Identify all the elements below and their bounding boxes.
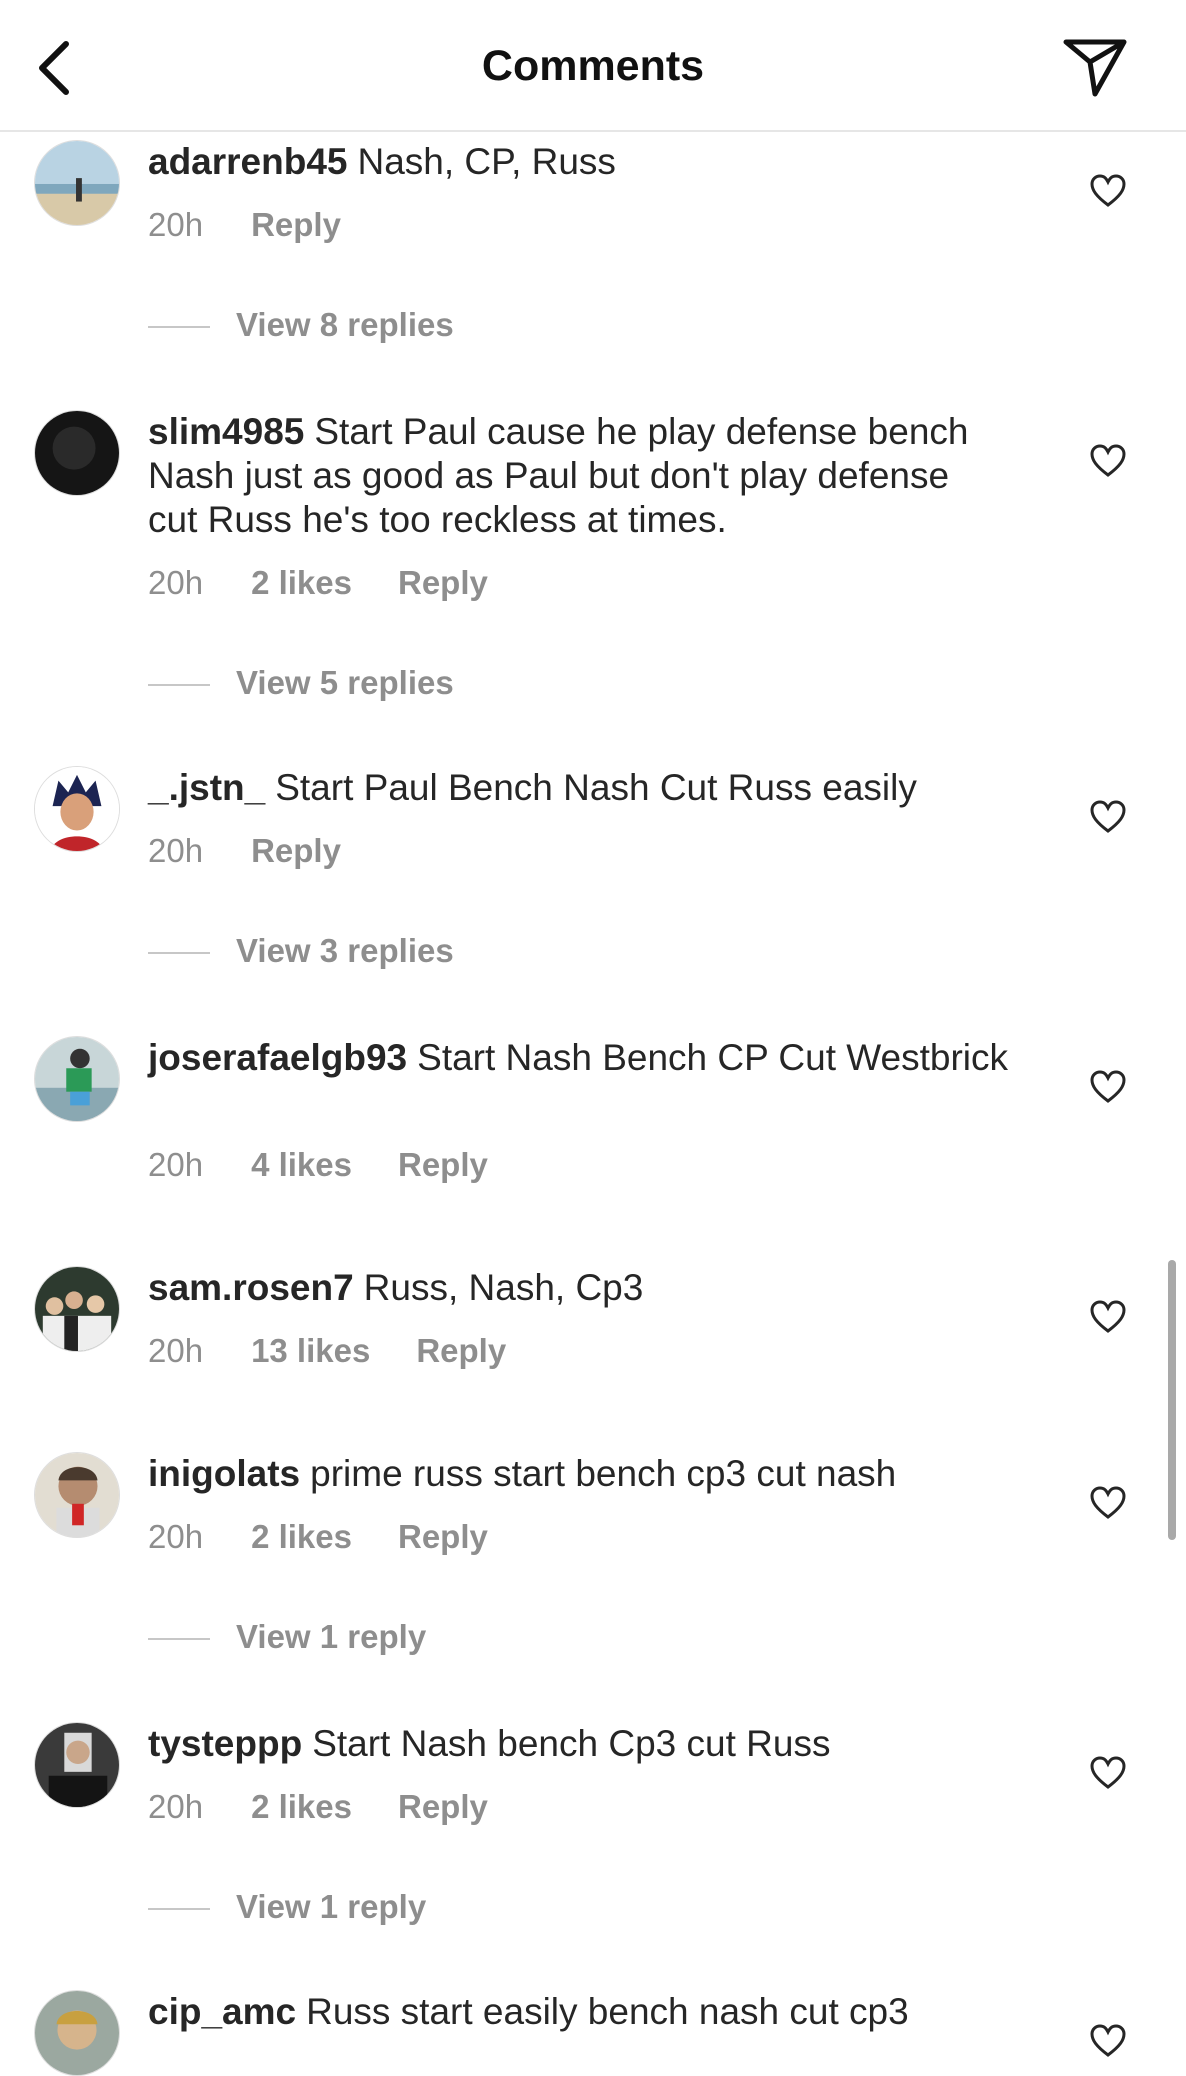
comment-username[interactable]: inigolats bbox=[148, 1453, 300, 1494]
reply-divider-line bbox=[148, 684, 210, 687]
comment-time: 20h bbox=[148, 1146, 204, 1183]
paper-plane-icon[interactable] bbox=[1062, 36, 1128, 98]
likes-count[interactable]: 2 likes bbox=[251, 1518, 352, 1556]
comment-text: Start Nash bench Cp3 cut Russ bbox=[312, 1723, 831, 1764]
reply-divider-line bbox=[148, 1638, 210, 1641]
comment-meta: 20h 2 likes Reply bbox=[148, 1788, 488, 1826]
avatar[interactable] bbox=[34, 1452, 120, 1538]
heart-icon[interactable] bbox=[1090, 1300, 1126, 1334]
heart-icon[interactable] bbox=[1090, 1486, 1126, 1520]
avatar[interactable] bbox=[34, 766, 120, 852]
comment-text: prime russ start bench cp3 cut nash bbox=[310, 1453, 897, 1494]
comment-meta: 20h 2 likes Reply bbox=[148, 1518, 488, 1556]
comment-username[interactable]: sam.rosen7 bbox=[148, 1267, 354, 1308]
comment-text: Start Nash Bench CP Cut Westbrick bbox=[417, 1037, 1009, 1078]
reply-divider-line bbox=[148, 1908, 210, 1911]
comment-username[interactable]: slim4985 bbox=[148, 411, 304, 452]
comment-username[interactable]: _.jstn_ bbox=[148, 767, 265, 808]
avatar[interactable] bbox=[34, 1036, 120, 1122]
heart-icon[interactable] bbox=[1090, 174, 1126, 208]
top-bar: Comments bbox=[0, 0, 1186, 132]
heart-icon[interactable] bbox=[1090, 1756, 1126, 1790]
reply-button[interactable]: Reply bbox=[398, 564, 488, 602]
comment-time: 20h bbox=[148, 206, 204, 243]
reply-button[interactable]: Reply bbox=[398, 1518, 488, 1556]
comment-meta: 20h 4 likes Reply bbox=[148, 1146, 488, 1184]
view-replies-button[interactable]: View 8 replies bbox=[148, 306, 454, 344]
comment-text: Russ start easily bench nash cut cp3 bbox=[306, 1991, 909, 2032]
view-replies-button[interactable]: View 1 reply bbox=[148, 1618, 426, 1656]
avatar[interactable] bbox=[34, 1990, 120, 2076]
reply-button[interactable]: Reply bbox=[398, 1788, 488, 1826]
view-replies-button[interactable]: View 5 replies bbox=[148, 664, 454, 702]
avatar[interactable] bbox=[34, 1722, 120, 1808]
reply-button[interactable]: Reply bbox=[251, 832, 341, 870]
heart-icon[interactable] bbox=[1090, 444, 1126, 478]
view-replies-button[interactable]: View 1 reply bbox=[148, 1888, 426, 1926]
reply-button[interactable]: Reply bbox=[251, 206, 341, 244]
avatar[interactable] bbox=[34, 410, 120, 496]
scrollbar[interactable] bbox=[1168, 1260, 1176, 1540]
comment-meta: 20h Reply bbox=[148, 832, 341, 870]
comment-username[interactable]: joserafaelgb93 bbox=[148, 1037, 407, 1078]
comment-time: 20h bbox=[148, 1518, 204, 1555]
avatar[interactable] bbox=[34, 140, 120, 226]
page-title: Comments bbox=[481, 42, 705, 90]
reply-button[interactable]: Reply bbox=[416, 1332, 506, 1370]
heart-icon[interactable] bbox=[1090, 1070, 1126, 1104]
comment-time: 20h bbox=[148, 1332, 204, 1369]
comment-meta: 20h 13 likes Reply bbox=[148, 1332, 506, 1370]
comment-time: 20h bbox=[148, 1788, 204, 1825]
likes-count[interactable]: 2 likes bbox=[251, 564, 352, 602]
likes-count[interactable]: 4 likes bbox=[251, 1146, 352, 1184]
comment-meta: 20h Reply bbox=[148, 206, 341, 244]
comment-username[interactable]: tysteppp bbox=[148, 1723, 302, 1764]
comment-meta: 20h 2 likes Reply bbox=[148, 564, 488, 602]
comment-username[interactable]: adarrenb45 bbox=[148, 141, 348, 182]
comment-time: 20h bbox=[148, 564, 204, 601]
avatar[interactable] bbox=[34, 1266, 120, 1352]
reply-button[interactable]: Reply bbox=[398, 1146, 488, 1184]
comment-text: Nash, CP, Russ bbox=[357, 141, 616, 182]
reply-divider-line bbox=[148, 326, 210, 329]
heart-icon[interactable] bbox=[1090, 800, 1126, 834]
likes-count[interactable]: 2 likes bbox=[251, 1788, 352, 1826]
comment-username[interactable]: cip_amc bbox=[148, 1991, 296, 2032]
reply-divider-line bbox=[148, 952, 210, 955]
heart-icon[interactable] bbox=[1090, 2024, 1126, 2058]
view-replies-button[interactable]: View 3 replies bbox=[148, 932, 454, 970]
likes-count[interactable]: 13 likes bbox=[251, 1332, 370, 1370]
comment-time: 20h bbox=[148, 832, 204, 869]
comment-text: Russ, Nash, Cp3 bbox=[363, 1267, 644, 1308]
comment-text: Start Paul Bench Nash Cut Russ easily bbox=[275, 767, 917, 808]
